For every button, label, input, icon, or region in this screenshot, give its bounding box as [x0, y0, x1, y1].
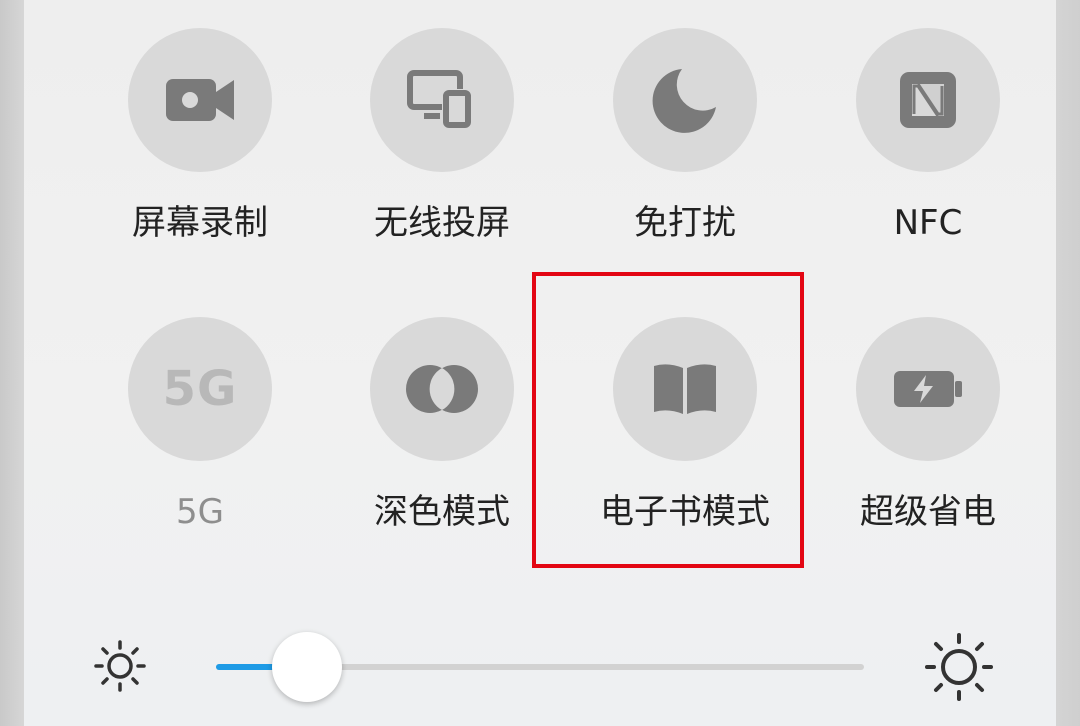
tile-nfc[interactable]: NFC [808, 28, 1048, 288]
tile-5g[interactable]: 5G 5G [80, 317, 320, 577]
tile-nfc-button[interactable] [856, 28, 1000, 172]
tile-dark-mode[interactable]: 深色模式 [322, 317, 562, 577]
nfc-icon [898, 70, 958, 130]
tile-screen-record-label: 屏幕录制 [132, 203, 268, 243]
tile-do-not-disturb-button[interactable] [613, 28, 757, 172]
tile-dark-mode-label: 深色模式 [374, 492, 510, 532]
tile-nfc-label: NFC [893, 203, 963, 243]
tile-do-not-disturb[interactable]: 免打扰 [565, 28, 805, 288]
5g-icon: 5G [162, 361, 238, 417]
tile-super-power-saving-button[interactable] [856, 317, 1000, 461]
tile-ebook-mode-label: 电子书模式 [600, 492, 770, 532]
tile-5g-button[interactable]: 5G [128, 317, 272, 461]
book-icon [652, 362, 718, 416]
tile-screen-record-button[interactable] [128, 28, 272, 172]
screen-edge [1056, 0, 1080, 726]
tile-5g-label: 5G [176, 492, 224, 532]
tile-wireless-projection-label: 无线投屏 [374, 203, 510, 243]
brightness-slider-thumb[interactable] [271, 632, 342, 702]
tile-do-not-disturb-label: 免打扰 [634, 203, 736, 243]
video-camera-icon [164, 74, 236, 126]
tile-dark-mode-button[interactable] [370, 317, 514, 461]
tile-wireless-projection[interactable]: 无线投屏 [322, 28, 562, 288]
screen-cast-icon [406, 69, 478, 131]
tile-screen-record[interactable]: 屏幕录制 [80, 28, 320, 288]
dark-mode-icon [404, 363, 480, 415]
sun-small-icon [92, 638, 148, 694]
tile-super-power-saving[interactable]: 超级省电 [808, 317, 1048, 577]
tile-super-power-saving-label: 超级省电 [860, 492, 996, 532]
battery-charging-icon [892, 369, 964, 409]
tile-ebook-mode[interactable]: 电子书模式 [565, 317, 805, 577]
tile-ebook-mode-button[interactable] [613, 317, 757, 461]
sun-large-icon [924, 632, 994, 702]
tile-wireless-projection-button[interactable] [370, 28, 514, 172]
quick-settings-panel: 屏幕录制 无线投屏 免打扰 NFC 5G 5G 深色模式 电子书模式 超级省电 [24, 0, 1056, 726]
moon-icon [652, 67, 718, 133]
